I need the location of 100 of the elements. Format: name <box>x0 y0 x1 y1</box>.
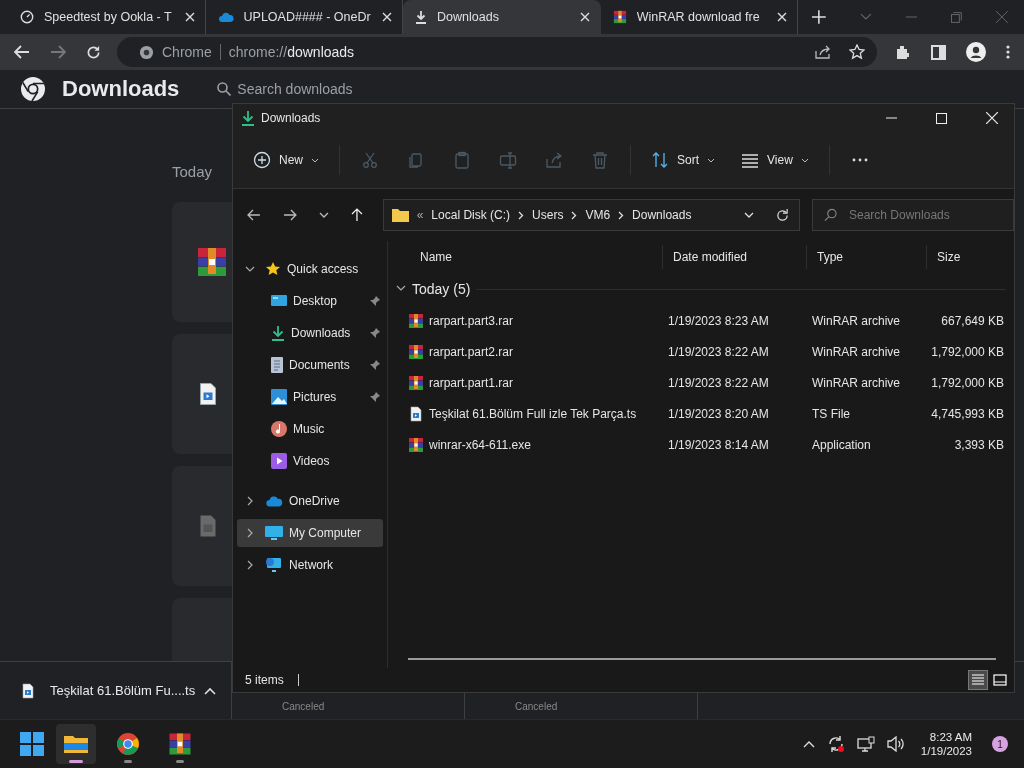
refresh-icon[interactable] <box>776 208 789 222</box>
column-header[interactable]: Type <box>806 245 926 269</box>
column-header[interactable]: Size <box>926 245 1006 269</box>
profile-icon[interactable] <box>966 42 986 62</box>
menu-icon[interactable] <box>1006 45 1010 59</box>
breadcrumb-item[interactable]: Users <box>532 208 564 222</box>
address-bar[interactable]: « Local Disk (C:) Users VM6 Downloads <box>382 199 800 231</box>
sort-icon <box>651 151 669 169</box>
new-button[interactable]: New <box>243 145 329 175</box>
sidebar-item[interactable]: OneDrive <box>237 487 383 515</box>
speedometer-icon <box>20 10 34 24</box>
browser-tab[interactable]: Downloads <box>403 0 601 34</box>
group-label: Today (5) <box>412 281 471 297</box>
breadcrumb-item[interactable]: Local Disk (C:) <box>431 208 511 222</box>
archive-icon <box>168 732 192 756</box>
restore-icon[interactable] <box>951 11 963 23</box>
network-icon[interactable] <box>856 736 875 752</box>
sidebar-item[interactable]: Downloads <box>237 319 383 347</box>
table-cell-text: 1,792,000 KB <box>930 344 1004 359</box>
music-icon <box>271 421 287 437</box>
archive-icon <box>408 343 424 360</box>
chevron-right-icon[interactable] <box>245 496 255 506</box>
search-field[interactable]: Search Downloads <box>812 199 1014 231</box>
download-icon <box>415 10 428 24</box>
file-name[interactable]: rarpart.part3.rar <box>408 312 662 329</box>
forward-icon[interactable] <box>282 209 297 221</box>
sidebar-item[interactable]: Videos <box>237 447 383 475</box>
new-tab-icon[interactable] <box>812 10 826 24</box>
videos-icon <box>271 453 287 469</box>
chevron-up-icon[interactable] <box>204 686 216 695</box>
video-file-icon <box>20 682 36 699</box>
clock[interactable]: 8:23 AM 1/19/2023 <box>920 731 972 757</box>
video-file-icon <box>408 405 424 422</box>
sidebar-item[interactable]: Desktop <box>237 287 383 315</box>
view-icon <box>741 151 760 169</box>
pin-icon[interactable] <box>369 295 381 307</box>
address-bar[interactable]: Chrome chrome://downloads <box>117 37 877 67</box>
file-name[interactable]: winrar-x64-611.exe <box>408 436 662 453</box>
caret-icon <box>800 157 809 163</box>
chevron-down-icon[interactable] <box>396 283 406 293</box>
pin-icon[interactable] <box>369 391 381 403</box>
recent-locations-icon[interactable] <box>318 212 329 218</box>
table-cell-text: TS File <box>811 406 851 421</box>
sidebar-item[interactable]: Quick access <box>237 255 383 283</box>
breadcrumb-item[interactable]: VM6 <box>585 208 611 222</box>
sidebar-item[interactable]: My Computer <box>237 519 383 547</box>
details-view-button[interactable] <box>968 670 988 690</box>
chevron-right-icon[interactable] <box>245 528 255 538</box>
delete-icon <box>591 151 609 169</box>
archive-icon <box>196 246 228 278</box>
folder-icon <box>64 734 88 754</box>
group-header[interactable]: Today (5) <box>396 273 1006 305</box>
volume-icon[interactable] <box>886 736 905 752</box>
file-name[interactable]: Teşkilat 61.Bölüm Full izle Tek Parça.ts <box>408 405 662 422</box>
start-icon[interactable] <box>20 732 44 756</box>
table-cell-text: 1/19/2023 8:14 AM <box>667 437 770 452</box>
share-icon[interactable] <box>815 45 831 59</box>
side-panel-icon[interactable] <box>931 44 946 60</box>
pin-icon[interactable] <box>369 327 381 339</box>
scrollbar[interactable] <box>408 658 996 660</box>
column-header[interactable]: Date modified <box>662 245 806 269</box>
back-icon[interactable] <box>247 209 261 221</box>
download-icon <box>271 325 285 341</box>
maximize-icon[interactable] <box>936 112 947 124</box>
overflow-chevrons[interactable]: « <box>416 208 424 222</box>
sidebar-item[interactable]: Pictures <box>237 383 383 411</box>
sidebar-item[interactable]: Music <box>237 415 383 443</box>
table-cell-text: 1,792,000 KB <box>930 375 1004 390</box>
archive-icon <box>408 436 424 453</box>
desktop-icon <box>271 294 287 308</box>
site-label: Chrome <box>162 44 212 60</box>
extensions-icon[interactable] <box>895 44 911 60</box>
chevron-right-icon[interactable] <box>245 560 255 570</box>
column-header[interactable]: Name <box>408 245 662 269</box>
time-text: 8:23 AM <box>929 731 972 743</box>
tab-search-icon[interactable] <box>859 13 872 21</box>
pin-icon[interactable] <box>369 359 381 371</box>
pictures-icon <box>271 389 287 405</box>
sort-button[interactable]: Sort <box>641 145 726 175</box>
up-icon[interactable] <box>350 208 363 222</box>
view-button[interactable]: View <box>731 145 819 175</box>
notification-badge[interactable]: 1 <box>992 736 1008 752</box>
chevron-down-icon[interactable] <box>245 264 255 274</box>
file-name[interactable]: rarpart.part2.rar <box>408 343 662 360</box>
chrome-logo-icon <box>117 733 139 755</box>
back-icon[interactable] <box>14 45 30 59</box>
dropdown-icon[interactable] <box>744 212 754 218</box>
archive-icon <box>408 374 424 391</box>
chevron-up-icon[interactable] <box>802 740 815 748</box>
more-icon <box>850 158 869 162</box>
cut-icon <box>361 151 379 169</box>
file-name[interactable]: rarpart.part1.rar <box>408 374 662 391</box>
sidebar-item[interactable]: Network <box>237 551 383 579</box>
sidebar-item[interactable]: Documents <box>237 351 383 379</box>
taskbar-app[interactable] <box>56 724 96 764</box>
computer-icon <box>265 525 283 541</box>
breadcrumb-item[interactable]: Downloads <box>632 208 692 222</box>
sync-icon[interactable] <box>826 735 845 753</box>
star-icon[interactable] <box>849 44 865 60</box>
reload-icon[interactable] <box>86 44 101 60</box>
